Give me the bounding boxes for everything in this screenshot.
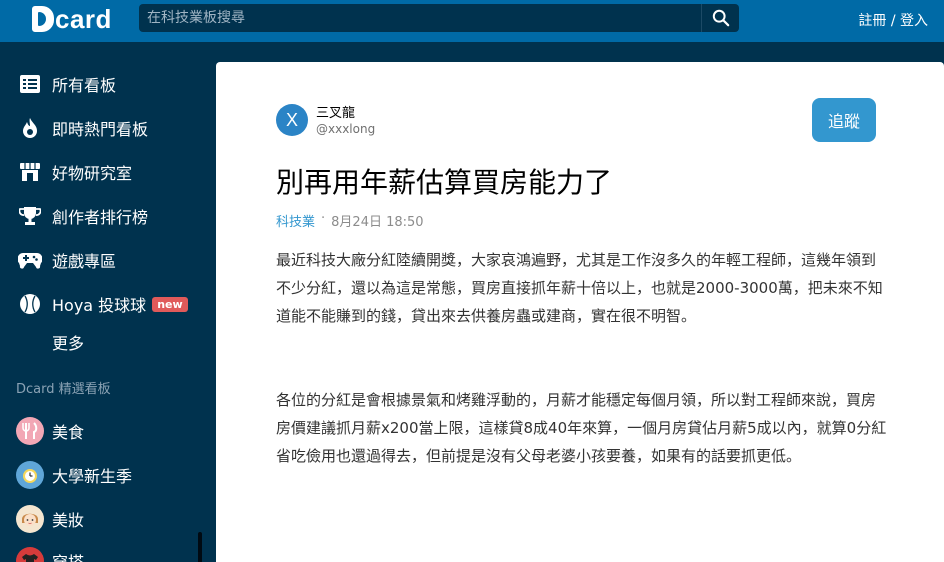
board-label: 美妝: [52, 511, 85, 530]
author-avatar[interactable]: X: [276, 104, 308, 136]
sidebar-item-label: 即時熱門看板: [52, 120, 149, 139]
fire-icon: [18, 116, 42, 140]
sidebar-item-label: 創作者排行榜: [52, 208, 149, 227]
fork-knife-icon: [16, 417, 44, 445]
sidebar-item-label: 所有看板: [52, 76, 117, 95]
trophy-icon: [18, 204, 42, 228]
featured-boards-heading: Dcard 精選看板: [16, 382, 111, 397]
board-item-food[interactable]: 美食: [16, 416, 84, 446]
board-label: 大學新生季: [52, 467, 133, 486]
face-icon: [16, 505, 44, 533]
post-container: X 三叉龍 @xxxlong 追蹤 別再用年薪估算買房能力了 科技業 · 8月2…: [216, 62, 944, 562]
top-navbar: card 註冊 / 登入: [0, 0, 944, 42]
gamepad-icon: [18, 248, 42, 272]
baseball-icon: [18, 292, 42, 316]
signup-login-link[interactable]: 註冊 / 登入: [858, 10, 928, 30]
meta-separator: ·: [321, 211, 326, 226]
sidebar-item-hot-boards[interactable]: 即時熱門看板: [18, 112, 148, 144]
sidebar-scrollbar[interactable]: [198, 532, 202, 562]
list-icon: [18, 72, 42, 96]
sidebar: 所有看板 即時熱門看板 好物研究室 創作者排行榜 遊戲專區 Hoya 投球球 n…: [0, 62, 216, 562]
sidebar-item-creator-ranking[interactable]: 創作者排行榜: [18, 200, 148, 232]
sidebar-item-games[interactable]: 遊戲專區: [18, 244, 116, 276]
logo-text: card: [55, 3, 112, 34]
sidebar-item-label: 遊戲專區: [52, 252, 117, 271]
search-icon: [712, 9, 729, 27]
sidebar-item-all-boards[interactable]: 所有看板: [18, 68, 116, 100]
dcard-logo[interactable]: card: [32, 4, 112, 34]
search-bar: [139, 4, 739, 32]
post-title: 別再用年薪估算買房能力了: [276, 166, 613, 199]
post-timestamp: 8月24日 18:50: [331, 215, 424, 230]
logo-d-mark: [32, 6, 54, 32]
board-label: 穿搭: [52, 549, 84, 562]
shirt-icon: [16, 547, 44, 562]
author-handle: @xxxlong: [316, 122, 376, 136]
board-item-freshman[interactable]: 大學新生季: [16, 460, 132, 490]
post-board-link[interactable]: 科技業: [276, 211, 315, 230]
post-paragraph: 各位的分紅是會根據景氣和烤雞浮動的，月薪才能穩定每個月領，所以對工程師來說，買房…: [276, 391, 887, 465]
post-meta: 科技業 · 8月24日 18:50: [276, 211, 424, 230]
sidebar-item-goods-lab[interactable]: 好物研究室: [18, 156, 132, 188]
post-paragraph: 最近科技大廠分紅陸續開獎，大家哀鴻遍野，尤其是工作沒多久的年輕工程師，這幾年領到…: [276, 251, 883, 325]
new-badge: new: [152, 296, 188, 312]
sidebar-item-label: 更多: [52, 334, 85, 353]
sidebar-item-label: 好物研究室: [52, 164, 133, 183]
board-item-makeup[interactable]: 美妝: [16, 504, 84, 534]
sidebar-item-hoya[interactable]: Hoya 投球球 new: [18, 288, 188, 320]
sidebar-item-more[interactable]: 更多: [52, 326, 84, 358]
search-input[interactable]: [139, 4, 701, 32]
clock-icon: [16, 461, 44, 489]
author-name[interactable]: 三叉龍: [316, 102, 355, 121]
sidebar-item-label: Hoya 投球球: [52, 296, 147, 315]
board-label: 美食: [52, 423, 85, 442]
search-button[interactable]: [701, 4, 739, 32]
store-icon: [18, 160, 42, 184]
follow-button[interactable]: 追蹤: [812, 98, 876, 142]
board-item-fashion[interactable]: 穿搭: [16, 546, 84, 562]
